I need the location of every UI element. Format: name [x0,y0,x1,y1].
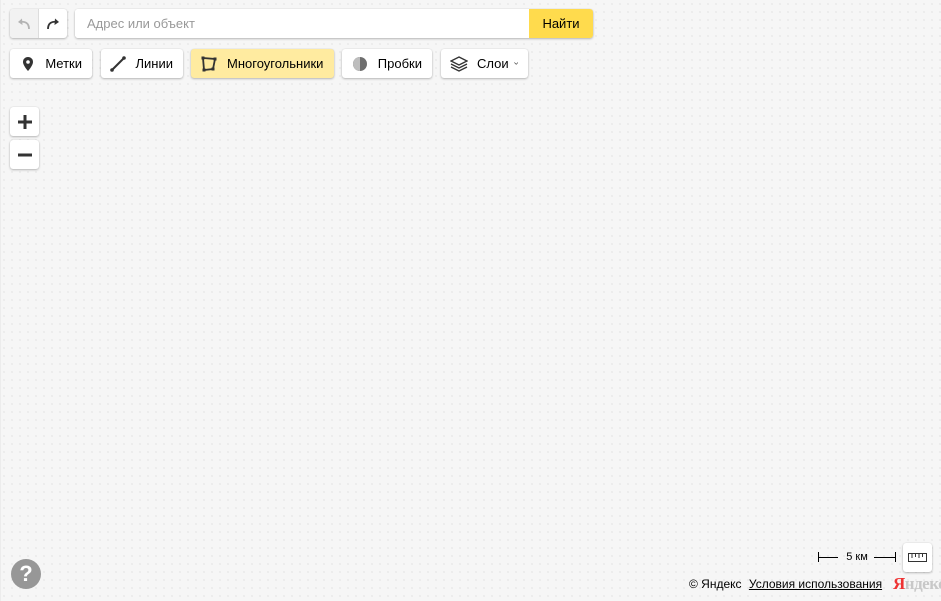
tool-layers-dropdown[interactable]: Слои [441,49,528,78]
minus-icon [17,153,32,156]
tool-marks-label: Метки [45,56,82,71]
undo-arrow-icon [18,18,30,29]
layers-icon [450,55,468,73]
tool-layers-label: Слои [477,56,509,71]
history-controls [10,9,67,38]
search-button[interactable]: Найти [529,9,593,38]
tool-polygons-label: Многоугольники [227,56,324,71]
traffic-icon [351,55,369,73]
chevron-down-icon [513,62,518,65]
tool-lines-label: Линии [135,56,174,71]
terms-link[interactable]: Условия использования [749,577,882,591]
logo-first-letter: Я [893,574,905,593]
zoom-out-button[interactable] [10,140,39,169]
scale-line: 5 км [818,550,896,564]
redo-arrow-icon [47,18,59,29]
tool-lines-button[interactable]: Линии [101,49,183,78]
copyright-text: © Яндекс [689,577,742,591]
help-button[interactable]: ? [11,559,41,589]
tool-traffic-button[interactable]: Пробки [342,49,432,78]
logo-rest: ндекс [904,574,941,593]
search-input[interactable] [75,9,529,38]
line-icon [110,55,127,73]
copyright-bar: © Яндекс Условия использования [689,577,882,591]
polygon-icon [200,55,218,73]
zoom-in-button[interactable] [10,107,39,136]
tool-marks-button[interactable]: Метки [10,49,92,78]
map-canvas[interactable] [0,0,941,601]
undo-button[interactable] [10,9,39,38]
yandex-logo[interactable]: Яндекс [893,574,941,594]
ruler-icon [908,553,927,562]
placemark-icon [19,55,36,73]
plus-icon [17,114,32,129]
tool-polygons-button[interactable]: Многоугольники [191,49,334,78]
search-bar: Найти [75,9,593,38]
scale-bar-right [874,557,895,558]
redo-button[interactable] [39,9,67,38]
scale-tick-right [895,552,896,562]
ruler-button[interactable] [903,543,932,572]
tool-traffic-label: Пробки [377,56,422,71]
help-icon: ? [19,561,33,586]
